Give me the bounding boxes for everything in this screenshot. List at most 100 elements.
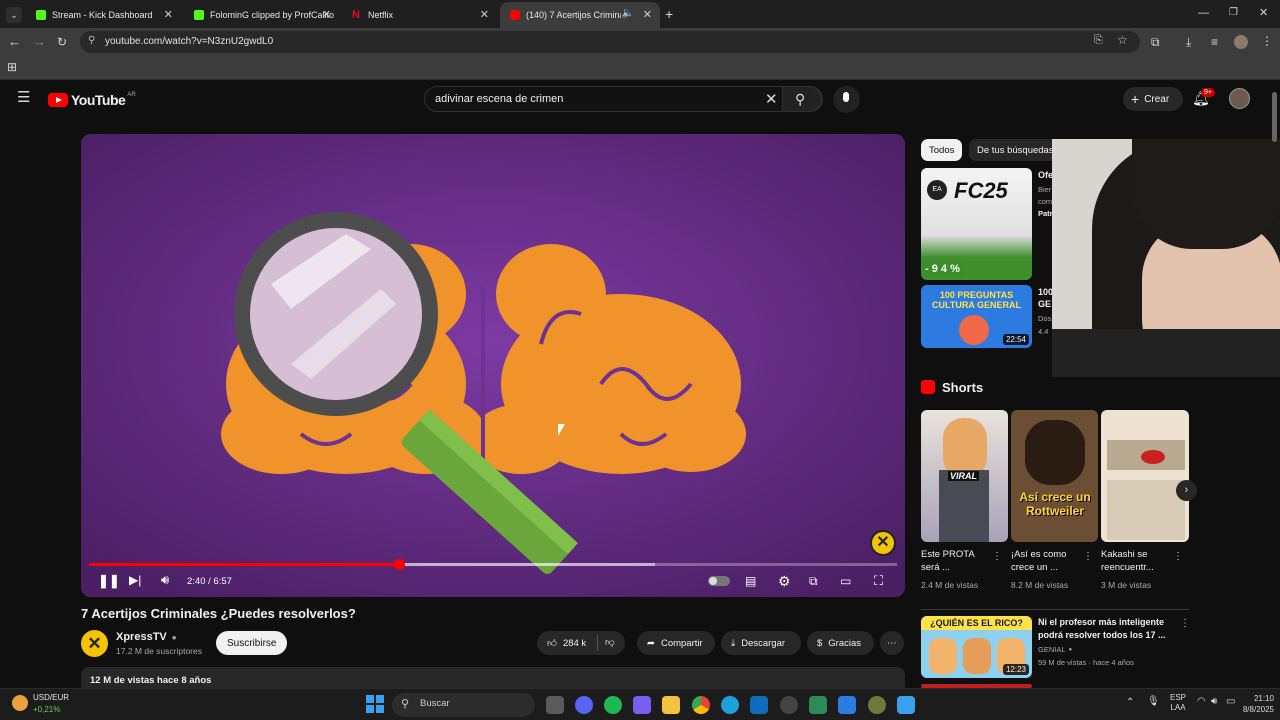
- close-icon[interactable]: ✕: [643, 8, 652, 21]
- profile-avatar[interactable]: [1234, 35, 1248, 49]
- short-menu-icon[interactable]: ⋮: [1083, 551, 1093, 562]
- discord-icon[interactable]: [575, 696, 593, 714]
- volume-tray-icon[interactable]: 🔊︎: [1211, 696, 1217, 707]
- tab-clip[interactable]: FolominG clipped by ProfCalito ✕: [184, 2, 339, 28]
- subscribe-button[interactable]: Suscribirse: [216, 631, 288, 655]
- create-button[interactable]: + Crear: [1123, 87, 1183, 111]
- search-button[interactable]: ⚲: [782, 86, 822, 112]
- short-title[interactable]: Este PROTA será ...: [921, 548, 991, 574]
- autoplay-toggle[interactable]: [708, 576, 730, 586]
- app-icon[interactable]: [868, 696, 886, 714]
- edge-icon[interactable]: [721, 696, 739, 714]
- short-thumbnail[interactable]: Así crece un Rottweiler: [1011, 410, 1098, 542]
- new-tab-icon[interactable]: +: [665, 7, 673, 21]
- short-menu-icon[interactable]: ⋮: [992, 551, 1002, 562]
- like-button[interactable]: 👍︎ 284 k 👎︎: [537, 631, 625, 655]
- restore-icon[interactable]: ❐: [1229, 6, 1238, 20]
- menu-icon[interactable]: ⋮: [1261, 34, 1273, 48]
- account-avatar[interactable]: [1229, 88, 1250, 109]
- subtitles-icon[interactable]: ▤: [745, 574, 756, 588]
- tab-search-icon[interactable]: ⌄: [6, 7, 22, 23]
- weather-widget-icon[interactable]: [12, 695, 28, 711]
- language-indicator[interactable]: ESP LAA: [1170, 693, 1186, 713]
- chrome-icon[interactable]: [692, 696, 710, 714]
- back-icon[interactable]: ←: [8, 35, 21, 49]
- task-view-icon[interactable]: [546, 696, 564, 714]
- window-close-icon[interactable]: ✕: [1259, 6, 1268, 20]
- settings-icon[interactable]: [780, 696, 798, 714]
- taskbar-search[interactable]: ⚲ Buscar: [392, 693, 535, 717]
- todo-icon[interactable]: [838, 696, 856, 714]
- shorts-next-button[interactable]: ›: [1176, 480, 1197, 501]
- extensions-icon[interactable]: ⧉: [1151, 35, 1160, 49]
- search-input[interactable]: adivinar escena de crimen ✕: [424, 86, 823, 112]
- close-icon[interactable]: ✕: [164, 8, 173, 21]
- theater-mode-icon[interactable]: ▭: [840, 574, 851, 588]
- media-icon[interactable]: ≡: [1211, 35, 1218, 49]
- short-menu-icon[interactable]: ⋮: [1173, 551, 1183, 562]
- related-title[interactable]: Ni el profesor más inteligente podrá res…: [1038, 616, 1168, 642]
- youtube-logo[interactable]: YouTube AR: [48, 92, 136, 108]
- app-icon[interactable]: [809, 696, 827, 714]
- download-button[interactable]: ⤓ Descargar: [721, 631, 801, 655]
- fullscreen-icon[interactable]: ⛶: [874, 573, 883, 589]
- guide-menu-icon[interactable]: ☰: [17, 90, 30, 105]
- miniplayer-icon[interactable]: ⧉: [809, 574, 818, 589]
- site-info-icon[interactable]: ⚲: [88, 35, 95, 46]
- bookmark-star-icon[interactable]: ☆: [1117, 33, 1128, 47]
- related-channel[interactable]: GENIAL ●: [1038, 645, 1072, 654]
- close-icon[interactable]: ✕: [480, 8, 489, 21]
- minimize-icon[interactable]: —: [1198, 6, 1209, 20]
- reload-icon[interactable]: ↻: [57, 35, 67, 49]
- windows-start-icon[interactable]: [366, 695, 384, 713]
- settings-gear-icon[interactable]: ⚙: [778, 573, 791, 590]
- more-actions-button[interactable]: ⋯: [880, 631, 904, 655]
- ticker-name[interactable]: USD/EUR: [33, 693, 69, 702]
- file-explorer-icon[interactable]: [662, 696, 680, 714]
- chip-all[interactable]: Todos: [921, 139, 963, 161]
- related-thumbnail[interactable]: 100 PREGUNTAS CULTURA GENERAL 22:54: [921, 285, 1032, 348]
- channel-watermark[interactable]: ✕: [870, 530, 896, 556]
- forward-icon[interactable]: →: [33, 35, 46, 49]
- thanks-button[interactable]: $ Gracias: [807, 631, 874, 655]
- clock[interactable]: 21:10 8/8/2025: [1236, 693, 1274, 715]
- battery-icon[interactable]: ▭: [1226, 696, 1235, 707]
- channel-avatar[interactable]: ✕: [81, 630, 108, 657]
- install-app-icon[interactable]: ⎘: [1094, 34, 1103, 47]
- short-thumbnail[interactable]: VIRAL: [921, 410, 1008, 542]
- close-icon[interactable]: ✕: [322, 8, 331, 21]
- related-thumbnail[interactable]: ¿QUIÉN ES EL RICO? 12:23: [921, 616, 1032, 678]
- tray-chevron-icon[interactable]: ⌃: [1126, 697, 1134, 708]
- thumbs-down-icon[interactable]: 👎︎: [605, 636, 615, 648]
- seek-bar[interactable]: [89, 559, 897, 570]
- video-player[interactable]: ✕ ❚❚ ▶| 🔊︎ 2:40 / 6:57 ▤ ⚙ ⧉ ▭ ⛶: [81, 134, 905, 597]
- related-title[interactable]: Ofe: [1038, 170, 1053, 180]
- pause-icon[interactable]: ❚❚: [98, 573, 120, 589]
- tab-kick-dashboard[interactable]: Stream - Kick Dashboard ✕: [26, 2, 181, 28]
- channel-name[interactable]: XpressTV ●: [116, 631, 177, 643]
- short-thumbnail[interactable]: [1101, 410, 1189, 542]
- speaker-icon[interactable]: 🔈: [622, 8, 634, 19]
- copilot-icon[interactable]: [633, 696, 651, 714]
- related-title[interactable]: 100: [1038, 287, 1053, 297]
- outlook-icon[interactable]: [750, 696, 768, 714]
- chip-searches[interactable]: De tus búsquedas: [969, 139, 1062, 161]
- apps-grid-icon[interactable]: ⊞: [7, 60, 17, 74]
- page-scrollbar[interactable]: [1272, 92, 1277, 142]
- clear-search-icon[interactable]: ✕: [765, 90, 778, 108]
- related-thumbnail[interactable]: EA FC25 - 9 4 %: [921, 168, 1032, 280]
- share-button[interactable]: ➦ Compartir: [637, 631, 715, 655]
- wifi-icon[interactable]: ◠: [1197, 696, 1206, 707]
- short-title[interactable]: Kakashi se reencuentr...: [1101, 548, 1171, 574]
- tab-netflix[interactable]: N Netflix ✕: [342, 2, 497, 28]
- notepad-icon[interactable]: [897, 696, 915, 714]
- spotify-icon[interactable]: [604, 696, 622, 714]
- tab-youtube[interactable]: (140) 7 Acertijos Criminales 🔈 ✕: [500, 2, 660, 28]
- url-field[interactable]: ⚲ youtube.com/watch?v=N3znU2gwdL0 ⎘ ☆: [80, 31, 1140, 53]
- download-icon[interactable]: ⤓: [1186, 35, 1191, 49]
- related-menu-icon[interactable]: ⋮: [1180, 618, 1190, 629]
- voice-search-button[interactable]: [833, 86, 860, 113]
- mic-tray-icon[interactable]: 🎙︎: [1147, 696, 1160, 707]
- volume-icon[interactable]: 🔊︎: [161, 572, 169, 588]
- short-title[interactable]: ¡Así es como crece un ...: [1011, 548, 1085, 574]
